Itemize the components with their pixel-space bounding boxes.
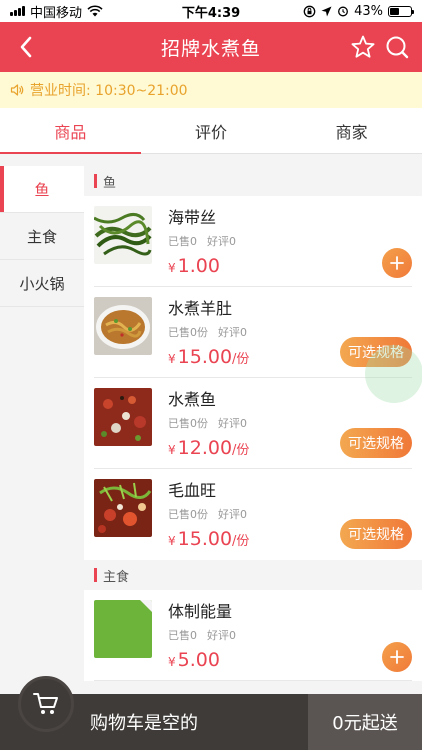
add-to-cart-button[interactable] xyxy=(382,248,412,278)
product-price: ¥ 15.00 /份 xyxy=(168,346,250,368)
business-hours-text: 营业时间: 10:30~21:00 xyxy=(30,83,188,99)
section-header-fish: 鱼 xyxy=(84,166,422,196)
product-name: 体制能量 xyxy=(168,602,233,621)
rating-count: 好评0 xyxy=(207,629,236,642)
clock: 下午4:39 xyxy=(181,5,241,21)
product-image xyxy=(94,297,152,355)
touch-indicator xyxy=(365,345,422,403)
location-arrow-icon xyxy=(321,6,332,16)
status-bar: 中国移动 下午4:39 43% xyxy=(0,0,422,22)
sidebar-item-hotpot[interactable]: 小火锅 xyxy=(0,260,84,307)
rotation-lock-icon xyxy=(303,5,316,17)
product-price: ¥ 5.00 xyxy=(168,649,220,671)
page-title: 招牌水煮鱼 xyxy=(160,37,261,60)
section-title: 主食 xyxy=(103,569,130,585)
search-icon[interactable] xyxy=(384,34,410,60)
product-name: 水煮鱼 xyxy=(168,390,217,409)
product-image xyxy=(94,206,152,264)
chevron-left-icon[interactable] xyxy=(14,34,40,60)
product-image xyxy=(94,388,152,446)
select-spec-button[interactable]: 可选规格 xyxy=(340,519,412,549)
sold-count: 已售0 xyxy=(168,235,197,248)
battery-icon xyxy=(388,5,414,17)
alarm-icon xyxy=(338,6,349,17)
cart-icon xyxy=(33,693,58,714)
product-price: ¥ 12.00 /份 xyxy=(168,437,250,459)
rating-count: 好评0 xyxy=(207,235,236,248)
select-spec-button[interactable]: 可选规格 xyxy=(340,428,412,458)
tab-merchant[interactable]: 商家 xyxy=(281,108,422,153)
carrier-label: 中国移动 xyxy=(30,5,83,21)
business-hours-notice: 营业时间: 10:30~21:00 xyxy=(0,72,422,108)
tab-products[interactable]: 商品 xyxy=(0,108,141,154)
sold-count: 已售0份 xyxy=(168,326,208,339)
product-item[interactable]: 毛血旺 已售0份 好评0 ¥ 15.00 /份 可选规格 xyxy=(84,469,422,560)
wifi-icon xyxy=(87,5,103,17)
rating-count: 好评0 xyxy=(218,508,247,521)
product-item[interactable]: 体制能量 已售0 好评0 ¥ 5.00 xyxy=(84,590,422,681)
sold-count: 已售0份 xyxy=(168,417,208,430)
cart-button[interactable] xyxy=(18,676,74,732)
plus-icon xyxy=(390,650,404,664)
section-header-staple: 主食 xyxy=(84,560,422,590)
product-name: 毛血旺 xyxy=(168,481,217,500)
product-name: 水煮羊肚 xyxy=(168,299,233,318)
product-image xyxy=(94,600,152,658)
cart-status-text: 购物车是空的 xyxy=(90,713,198,734)
add-to-cart-button[interactable] xyxy=(382,642,412,672)
speaker-icon xyxy=(10,84,24,96)
nav-bar: 招牌水煮鱼 xyxy=(0,22,422,72)
sold-count: 已售0份 xyxy=(168,508,208,521)
star-icon[interactable] xyxy=(350,34,376,60)
rating-count: 好评0 xyxy=(218,326,247,339)
plus-icon xyxy=(390,256,404,270)
tab-bar: 商品 评价 商家 xyxy=(0,108,422,154)
minimum-order-button[interactable]: 0元起送 xyxy=(308,694,422,750)
product-price: ¥ 1.00 xyxy=(168,255,220,277)
cart-bar[interactable]: 购物车是空的 0元起送 xyxy=(0,676,422,750)
product-price: ¥ 15.00 /份 xyxy=(168,528,250,550)
rating-count: 好评0 xyxy=(218,417,247,430)
product-list[interactable]: 鱼 海带丝 已售0 好评0 ¥ 1.00 水煮羊肚 已售0份 好评0 ¥ 15.… xyxy=(84,166,422,694)
tab-reviews[interactable]: 评价 xyxy=(141,108,282,153)
battery-percent: 43% xyxy=(354,3,383,19)
sold-count: 已售0 xyxy=(168,629,197,642)
cellular-signal-icon xyxy=(10,6,25,16)
sidebar-item-staple[interactable]: 主食 xyxy=(0,213,84,260)
category-sidebar: 鱼 主食 小火锅 xyxy=(0,166,84,750)
product-name: 海带丝 xyxy=(168,208,217,227)
sidebar-item-fish[interactable]: 鱼 xyxy=(0,166,84,213)
product-image xyxy=(94,479,152,537)
section-title: 鱼 xyxy=(103,175,117,191)
product-item[interactable]: 海带丝 已售0 好评0 ¥ 1.00 xyxy=(84,196,422,287)
